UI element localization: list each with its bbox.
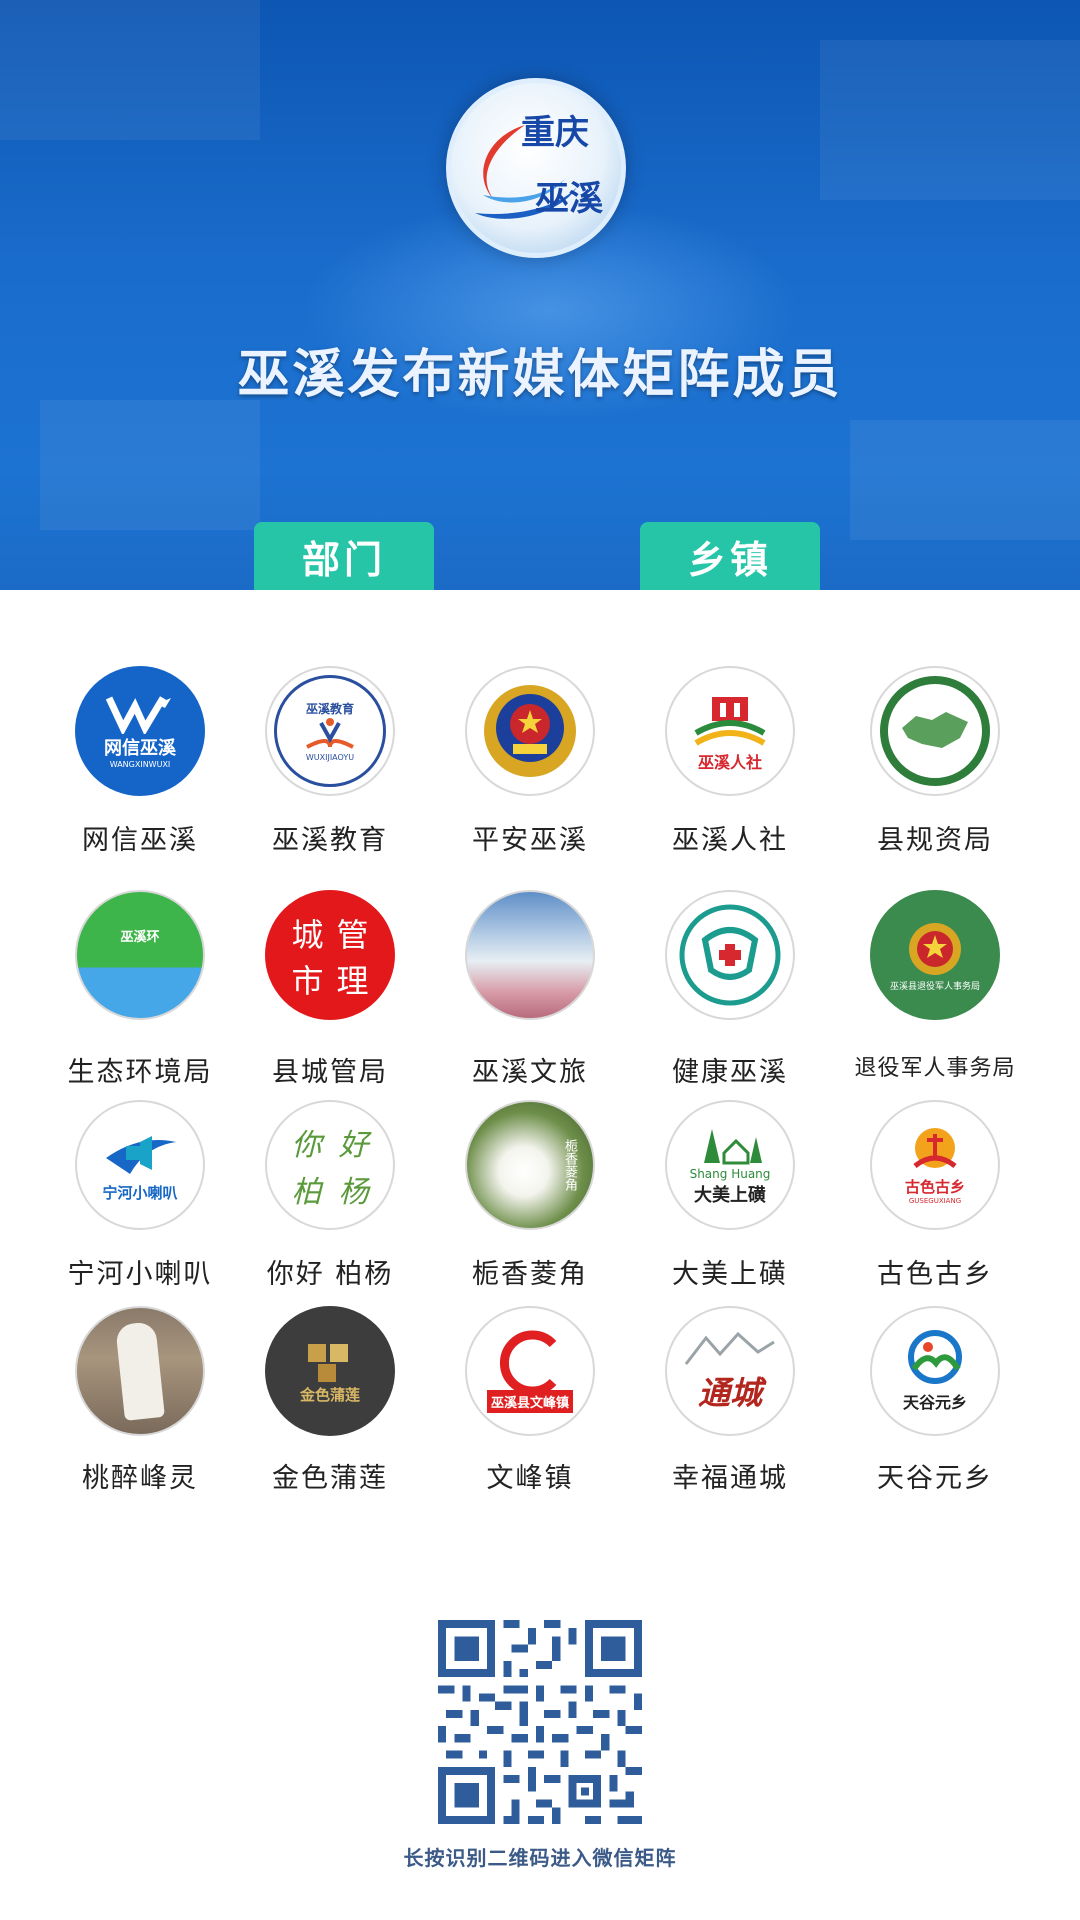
account-item-zhixiang[interactable]: 栀香菱角 栀香菱角	[430, 1100, 630, 1300]
education-book-icon: 巫溪教育 WUXIJIAOYU	[265, 666, 395, 796]
account-label: 退役军人事务局	[854, 1056, 1016, 1081]
logo-text: 金色蒲莲	[299, 1385, 360, 1404]
account-grid: 网信巫溪 WANGXINWUXI 网信巫溪 巫溪教育 WUXIJIAOYU 巫溪…	[0, 0, 1080, 1560]
wenfeng-logo-icon: 巫溪县文峰镇	[465, 1306, 595, 1436]
logo-text: 网信巫溪	[104, 737, 176, 759]
logo-char: 你	[291, 1127, 322, 1163]
landscape-photo-icon	[465, 890, 595, 1020]
wangxin-logo-icon: 网信巫溪 WANGXINWUXI	[75, 666, 205, 796]
account-item-jiankang[interactable]: 健康巫溪	[630, 890, 830, 1090]
logo-text: 通城	[697, 1374, 762, 1412]
logo-text: 巫溪环	[120, 929, 160, 945]
account-label: 天谷元乡	[877, 1463, 993, 1494]
logo-char: 柏	[291, 1174, 322, 1210]
account-item-tuiyi[interactable]: 巫溪县退役军人事务局 退役军人事务局	[835, 890, 1035, 1090]
logo-char: 杨	[338, 1174, 369, 1210]
megaphone-icon: 宁河小喇叭	[75, 1100, 205, 1230]
logo-char: 好	[338, 1127, 369, 1163]
logo-text: 巫溪人社	[697, 753, 762, 772]
logo-char: 城	[291, 916, 324, 954]
logo-subtext: GUSEGUXIANG	[908, 1196, 962, 1205]
qr-caption: 长按识别二维码进入微信矩阵	[403, 1846, 677, 1870]
account-item-pulian[interactable]: 金色蒲莲 金色蒲莲	[230, 1306, 430, 1506]
stone-monument-icon	[75, 1306, 205, 1436]
logo-text: 古色古乡	[904, 1177, 965, 1196]
gardenia-flower-icon: 栀香菱角	[465, 1100, 595, 1230]
wechat-qr-code[interactable]	[438, 1620, 642, 1824]
logo-text: 巫溪县退役军人事务局	[889, 981, 980, 992]
police-emblem-icon	[465, 666, 595, 796]
logo-text: 栀香菱角	[562, 1139, 577, 1191]
account-item-wenlv[interactable]: 巫溪文旅	[430, 890, 630, 1090]
account-item-renshe[interactable]: 巫溪人社 巫溪人社	[630, 666, 830, 866]
account-item-baiyang[interactable]: 你 好 柏 杨 你好 柏杨	[230, 1100, 430, 1300]
logo-subtext: Shang Huang	[689, 1167, 771, 1181]
account-item-wenfeng[interactable]: 巫溪县文峰镇 文峰镇	[430, 1306, 630, 1506]
logo-text: 大美上磺	[694, 1185, 766, 1206]
city-management-icon: 城 管 市 理	[265, 890, 395, 1020]
logo-char: 管	[336, 916, 369, 954]
logo-subtext: WANGXINWUXI	[109, 759, 171, 769]
account-item-pingan[interactable]: 平安巫溪	[430, 666, 630, 866]
logo-text: 天谷元乡	[902, 1393, 967, 1412]
account-label: 幸福通城	[672, 1463, 788, 1494]
account-item-tiangu[interactable]: 天谷元乡 天谷元乡	[835, 1306, 1035, 1506]
ecology-mountain-icon: 巫溪环	[75, 890, 205, 1020]
account-item-education[interactable]: 巫溪教育 WUXIJIAOYU 巫溪教育	[230, 666, 430, 866]
account-label: 古色古乡	[877, 1259, 993, 1290]
human-resources-icon: 巫溪人社	[665, 666, 795, 796]
trees-village-icon: Shang Huang 大美上磺	[665, 1100, 795, 1230]
account-item-tongcheng[interactable]: 通城 幸福通城	[630, 1306, 830, 1506]
logo-text: 巫溪县文峰镇	[486, 1389, 573, 1413]
golden-lotus-icon: 金色蒲莲	[265, 1306, 395, 1436]
account-item-guse[interactable]: 古色古乡 GUSEGUXIANG 古色古乡	[835, 1100, 1035, 1300]
account-label: 巫溪人社	[672, 825, 788, 856]
land-map-icon	[870, 666, 1000, 796]
account-item-guizi[interactable]: 县规资局	[835, 666, 1035, 866]
account-item-shanghuang[interactable]: Shang Huang 大美上磺 大美上磺	[630, 1100, 830, 1300]
ancient-town-icon: 古色古乡 GUSEGUXIANG	[870, 1100, 1000, 1230]
logo-text: 巫溪教育	[305, 702, 354, 716]
account-item-chengguan[interactable]: 城 管 市 理 县城管局	[230, 890, 430, 1090]
tongcheng-calligraphy-icon: 通城	[665, 1306, 795, 1436]
logo-subtext: WUXIJIAOYU	[305, 753, 355, 762]
logo-char: 理	[336, 962, 369, 1000]
tiangu-logo-icon: 天谷元乡	[870, 1306, 1000, 1436]
health-emblem-icon	[665, 890, 795, 1020]
veterans-emblem-icon: 巫溪县退役军人事务局	[870, 890, 1000, 1020]
calligraphy-icon: 你 好 柏 杨	[265, 1100, 395, 1230]
account-label: 大美上磺	[672, 1259, 788, 1290]
account-label: 健康巫溪	[672, 1057, 788, 1088]
logo-char: 市	[291, 962, 324, 1000]
account-label: 县规资局	[877, 825, 993, 856]
logo-text: 宁河小喇叭	[102, 1183, 178, 1202]
